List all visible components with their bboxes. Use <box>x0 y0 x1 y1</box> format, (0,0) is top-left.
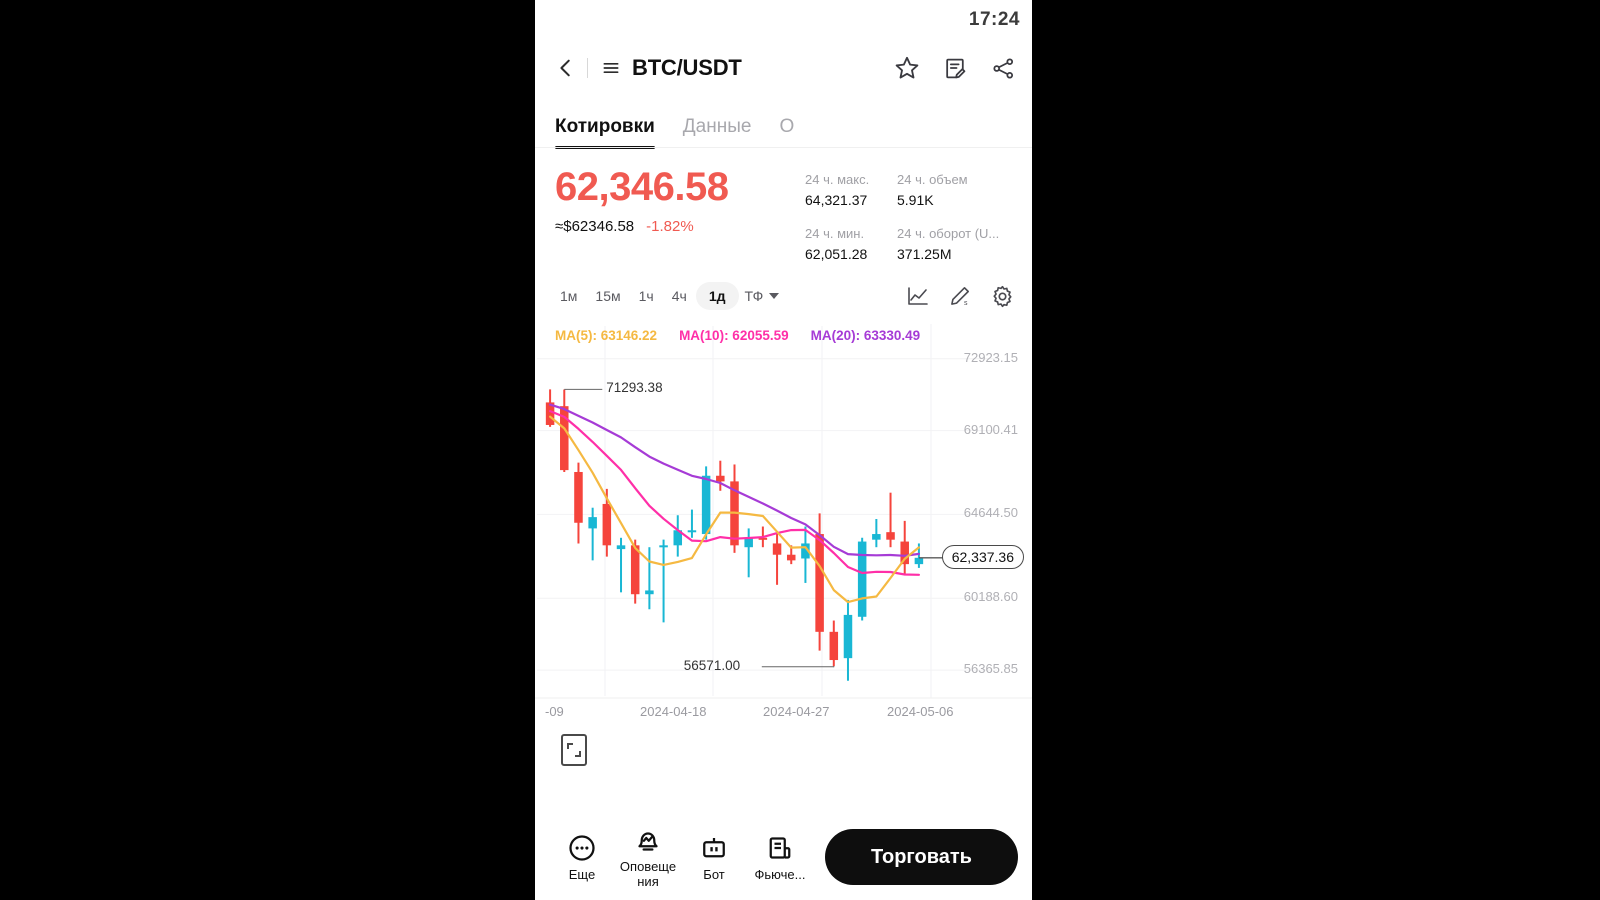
stat-value-volume: 5.91K <box>897 192 934 208</box>
header-divider <box>587 58 588 78</box>
timeframe-4h[interactable]: 4ч <box>663 283 696 309</box>
bottom-nav: Еще Оповеще ния Бот Фьюче... Торговать <box>535 814 1032 900</box>
timeframe-1m[interactable]: 1м <box>551 283 586 309</box>
last-price-tag: 62,337.36 <box>941 544 1024 569</box>
phone-screen: 17:24 BTC/USDT Котировки Данные О 62,346… <box>535 0 1032 900</box>
timeframe-1d[interactable]: 1д <box>695 282 739 310</box>
svg-text:s: s <box>964 300 968 307</box>
status-bar: 17:24 <box>535 0 1032 40</box>
timeframe-1h[interactable]: 1ч <box>630 283 663 309</box>
line-chart-icon[interactable] <box>904 282 932 310</box>
nav-futures[interactable]: Фьюче... <box>747 833 813 882</box>
timeframe-dropdown-label: ТФ <box>744 288 764 304</box>
nav-alerts[interactable]: Оповеще ния <box>615 825 681 889</box>
tab-bar: Котировки Данные О <box>535 96 1032 149</box>
chart-x-label: -09 <box>545 704 564 719</box>
timeframe-bar: 1м 15м 1ч 4ч 1д ТФ s <box>535 274 1032 320</box>
nav-more-label: Еще <box>568 866 596 882</box>
chart-y-label: 60188.60 <box>963 589 1018 605</box>
nav-bot-label: Бот <box>703 866 725 882</box>
stats-grid: 24 ч. макс. 64,321.37 24 ч. объем 5.91K … <box>805 166 1012 264</box>
settings-gear-icon[interactable] <box>988 282 1016 310</box>
draw-pencil-icon[interactable]: s <box>946 282 974 310</box>
tab-dannye[interactable]: Данные <box>683 116 752 148</box>
chart-y-label: 72923.15 <box>963 349 1018 365</box>
chevron-down-icon <box>769 293 780 299</box>
timeframe-15m[interactable]: 15м <box>586 283 629 309</box>
stat-label-turnover: 24 ч. оборот (U... <box>897 226 1000 241</box>
stat-value-low: 62,051.28 <box>805 246 868 262</box>
chart-y-label: 64644.50 <box>963 505 1018 521</box>
stat-value-high: 64,321.37 <box>805 192 868 208</box>
nav-more[interactable]: Еще <box>549 833 615 882</box>
stat-cell-volume: 24 ч. объем 5.91K <box>897 170 1012 210</box>
trade-button[interactable]: Торговать <box>825 829 1018 885</box>
futures-doc-icon <box>765 833 795 863</box>
status-clock: 17:24 <box>968 9 1020 30</box>
last-price: 62,346.58 <box>555 165 729 209</box>
price-left-column: 62,346.58 ≈$62346.58 -1.82% <box>555 166 805 264</box>
more-dots-icon <box>567 833 597 863</box>
chevron-left-icon[interactable] <box>553 55 579 81</box>
price-subline: ≈$62346.58 -1.82% <box>555 218 805 235</box>
price-summary: 62,346.58 ≈$62346.58 -1.82% 24 ч. макс. … <box>535 148 1032 274</box>
alert-bell-icon <box>633 825 663 855</box>
chart-x-label: 2024-04-18 <box>640 704 707 719</box>
chart-high-label: 71293.38 <box>606 380 663 396</box>
page-title: BTC/USDT <box>632 55 742 80</box>
nav-futures-label: Фьюче... <box>754 866 806 882</box>
share-icon[interactable] <box>988 53 1018 83</box>
nav-alerts-label: Оповеще ния <box>619 859 677 889</box>
stat-label-high: 24 ч. макс. <box>805 172 870 187</box>
stat-label-volume: 24 ч. объем <box>897 172 968 187</box>
chart-y-label: 69100.41 <box>963 421 1018 437</box>
change-percent: -1.82% <box>646 218 694 235</box>
tab-kotirovki[interactable]: Котировки <box>555 116 655 149</box>
stat-value-turnover: 371.25M <box>897 246 952 262</box>
hamburger-icon[interactable] <box>600 57 622 79</box>
stat-label-low: 24 ч. мин. <box>805 226 865 241</box>
note-edit-icon[interactable] <box>940 53 970 83</box>
tab-underline <box>535 147 1032 148</box>
stat-cell-high: 24 ч. макс. 64,321.37 <box>805 170 897 210</box>
favorite-star-icon[interactable] <box>892 53 922 83</box>
approx-price: ≈$62346.58 <box>555 218 635 235</box>
app-header: BTC/USDT <box>535 40 1032 96</box>
fullscreen-icon[interactable] <box>561 734 587 766</box>
tab-o[interactable]: О <box>779 116 794 148</box>
stat-cell-turnover: 24 ч. оборот (U... 371.25M <box>897 224 1012 264</box>
candlestick-chart[interactable]: MA(5): 63146.22 MA(10): 62055.59 MA(20):… <box>535 320 1032 818</box>
bot-robot-icon <box>699 833 729 863</box>
stat-cell-low: 24 ч. мин. 62,051.28 <box>805 224 897 264</box>
chart-y-label: 56365.85 <box>963 661 1018 677</box>
chart-x-label: 2024-05-06 <box>887 704 954 719</box>
timeframe-dropdown[interactable]: ТФ <box>745 288 780 304</box>
chart-x-label: 2024-04-27 <box>763 704 830 719</box>
nav-bot[interactable]: Бот <box>681 833 747 882</box>
chart-low-label: 56571.00 <box>683 658 741 674</box>
